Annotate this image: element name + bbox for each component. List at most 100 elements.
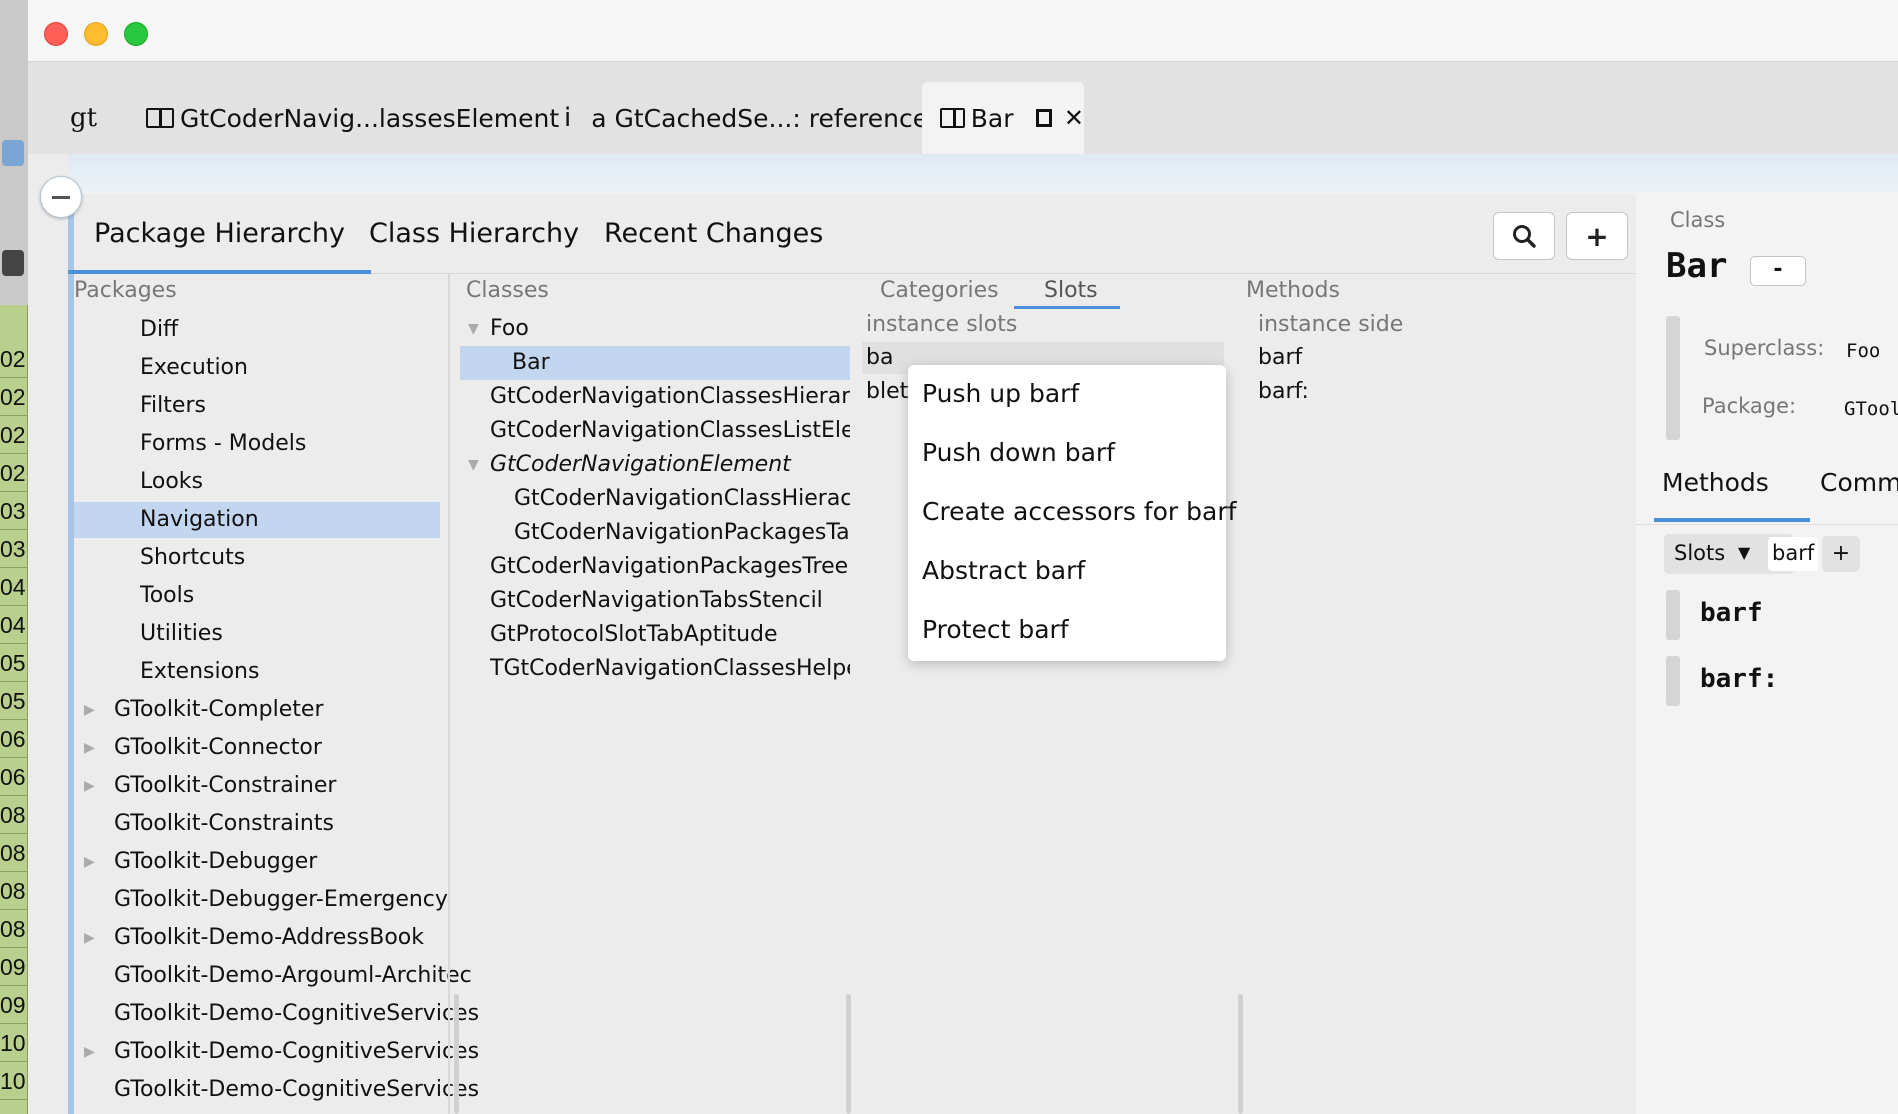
close-window-button[interactable] (44, 22, 68, 46)
expand-arrow-icon[interactable]: ▶ (84, 692, 95, 728)
collapse-class-button[interactable]: - (1750, 256, 1806, 286)
class-row[interactable]: GtCoderNavigationTabsStencil (460, 584, 850, 618)
menu-item-push-up[interactable]: Push up barf (922, 379, 1079, 408)
desktop-cell-number: 02 (0, 454, 28, 492)
search-icon (1513, 225, 1536, 248)
desktop-download-icon (2, 140, 24, 166)
package-row[interactable]: GToolkit-Demo-Argouml-Architec (74, 958, 472, 994)
tab-cached-search[interactable]: i a GtCachedSe...: references) (564, 82, 951, 154)
method-row[interactable]: barf (1258, 340, 1302, 376)
package-row[interactable]: Filters (74, 388, 440, 424)
method-bar (1666, 590, 1680, 640)
menu-item-protect[interactable]: Protect barf (922, 615, 1069, 644)
expand-arrow-icon[interactable]: ▶ (84, 768, 95, 804)
package-label: GToolkit-Debugger (114, 849, 318, 874)
desktop-cell-number: 08 (0, 872, 28, 910)
close-tab-icon[interactable]: ✕ (1064, 104, 1084, 132)
tab-slots[interactable]: Slots (1044, 278, 1098, 303)
title-bar (28, 0, 1898, 62)
tab-label: a GtCachedSe...: references) (591, 103, 951, 133)
package-row[interactable]: ▶ GToolkit-Demo-AddressBook (74, 920, 440, 956)
menu-item-push-down[interactable]: Push down barf (922, 438, 1115, 467)
tab-bar: gt GtCoderNavig...lassesElement i a GtCa… (28, 62, 1898, 154)
package-row[interactable]: Navigation (74, 502, 440, 538)
maximize-tab-icon[interactable] (1035, 109, 1052, 127)
package-row[interactable]: ▶ GToolkit-Completer (74, 692, 440, 728)
class-label: GtCoderNavigationPackagesTreeEle (490, 554, 850, 579)
package-row[interactable]: ▶ GToolkit-Debugger (74, 844, 440, 880)
desktop-cell-number: 03 (0, 492, 28, 530)
column-divider (448, 274, 450, 1114)
slot-row[interactable]: ba (866, 340, 893, 376)
search-button[interactable] (1493, 212, 1555, 260)
tab-coder-navigation[interactable]: GtCoderNavig...lassesElement (146, 82, 559, 154)
package-row[interactable]: GToolkit-Demo-CognitiveServices (74, 1072, 479, 1108)
tab-comment[interactable]: Comm (1820, 468, 1898, 497)
package-row[interactable]: GToolkit-Demo-CognitiveServices (74, 996, 479, 1032)
package-row[interactable]: Utilities (74, 616, 440, 652)
class-kind-label: Class (1670, 208, 1726, 232)
class-row[interactable]: ▼ GtCoderNavigationElement (460, 448, 850, 482)
slots-filter-dropdown[interactable]: Slots ▼ barf (1664, 534, 1818, 574)
class-row[interactable]: GtCoderNavigationClassHierachy (460, 482, 850, 516)
add-button[interactable]: + (1566, 212, 1628, 260)
package-row[interactable]: Diff (74, 312, 440, 348)
methods-header: Methods (1246, 278, 1340, 303)
filter-value[interactable]: barf (1768, 537, 1818, 571)
class-row[interactable]: GtCoderNavigationPackagesTags (460, 516, 850, 550)
package-row[interactable]: GToolkit-Debugger-Emergency (74, 882, 448, 918)
collapse-arrow-icon[interactable]: ▼ (468, 312, 479, 346)
tab-class-hierarchy[interactable]: Class Hierarchy (369, 218, 579, 249)
tab-package-hierarchy[interactable]: Package Hierarchy (67, 218, 372, 274)
package-row[interactable]: GToolkit-Constraints (74, 806, 440, 842)
class-row[interactable]: TGtCoderNavigationClassesHelper (460, 652, 850, 686)
add-filter-button[interactable]: + (1822, 536, 1860, 572)
package-row[interactable]: ▶ GToolkit-Constrainer (74, 768, 440, 804)
expand-arrow-icon[interactable]: ▶ (84, 730, 95, 766)
classes-scrollbar[interactable] (846, 994, 851, 1114)
zoom-window-button[interactable] (124, 22, 148, 46)
class-label: GtCoderNavigationPackagesTags (514, 520, 850, 545)
method-barf-setter[interactable]: barf: (1700, 664, 1778, 694)
tab-recent-changes[interactable]: Recent Changes (604, 218, 823, 249)
menu-item-create-accessors[interactable]: Create accessors for barf (922, 497, 1236, 526)
method-row[interactable]: barf: (1258, 374, 1309, 410)
minimize-window-button[interactable] (84, 22, 108, 46)
tab-gt-home[interactable]: gt (70, 82, 97, 154)
class-panel: Class Bar - Superclass: Foo Package: GTo… (1636, 194, 1898, 1114)
class-row[interactable]: ▼ Foo (460, 312, 850, 346)
class-label: GtCoderNavigationClassHierachy (514, 486, 850, 511)
tab-methods[interactable]: Methods (1662, 468, 1769, 497)
package-row[interactable]: Execution (74, 350, 440, 386)
tab-categories[interactable]: Categories (880, 278, 999, 303)
class-label: GtCoderNavigationClassesHierarchy (490, 384, 850, 409)
tab-bar-class[interactable]: Bar ✕ (922, 82, 1084, 154)
package-row[interactable]: Extensions (74, 654, 440, 690)
superclass-value[interactable]: Foo (1846, 340, 1880, 362)
package-row[interactable]: Shortcuts (74, 540, 440, 576)
collapse-icon[interactable] (40, 176, 82, 218)
package-row[interactable]: Tools (74, 578, 440, 614)
class-row[interactable]: GtCoderNavigationPackagesTreeEle (460, 550, 850, 584)
expand-arrow-icon[interactable]: ▶ (84, 920, 95, 956)
slot-row[interactable]: blet (866, 374, 908, 410)
package-row[interactable]: Forms - Models (74, 426, 440, 462)
package-row[interactable]: Looks (74, 464, 440, 500)
class-row[interactable]: GtCoderNavigationClassesListEleme (460, 414, 850, 448)
collapse-arrow-icon[interactable]: ▼ (468, 448, 479, 482)
expand-arrow-icon[interactable]: ▶ (84, 1034, 95, 1070)
package-value[interactable]: GTool (1844, 398, 1898, 420)
expand-arrow-icon[interactable]: ▶ (84, 844, 95, 880)
navigation-tabs: Package Hierarchy Class Hierarchy Recent… (67, 194, 1638, 274)
package-row[interactable]: ▶ GToolkit-Demo-CognitiveServices (74, 1034, 479, 1070)
desktop-cell-number: 06 (0, 720, 28, 758)
package-row[interactable]: ▶ GToolkit-Connector (74, 730, 440, 766)
class-row[interactable]: GtProtocolSlotTabAptitude (460, 618, 850, 652)
packages-header: Packages (74, 278, 177, 303)
class-row[interactable]: Bar (460, 346, 850, 380)
menu-item-abstract[interactable]: Abstract barf (922, 556, 1085, 585)
class-row[interactable]: GtCoderNavigationClassesHierarchy (460, 380, 850, 414)
slots-scrollbar[interactable] (1238, 994, 1243, 1114)
packages-scrollbar[interactable] (454, 994, 459, 1114)
method-barf[interactable]: barf (1700, 598, 1763, 628)
